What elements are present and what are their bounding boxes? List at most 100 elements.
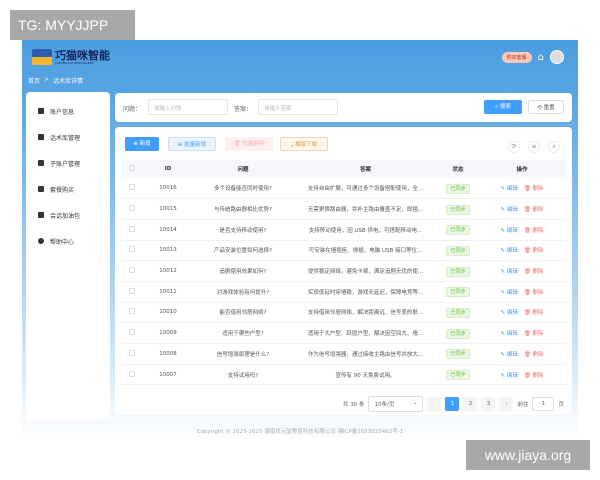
search-icon[interactable]: ⌕ [548,141,560,153]
column-actions: 操作 [478,160,566,178]
cell-id: 10007 [143,364,193,386]
edit-button[interactable]: ✎ 编辑 [500,186,517,192]
template-download-button[interactable]: ⤓ 模版下载 [280,137,328,151]
cell-id: 10014 [143,219,193,241]
cell-id: 10013 [143,240,193,262]
pagination: 共 30 条 10条/页 ⌄ ‹ 1 2 3 › 前往 1 页 [343,396,564,412]
batch-delete-button[interactable]: 🗑 批量删除 [225,137,273,151]
cell-question: 是否支持移动使用? [193,219,293,241]
row-checkbox[interactable] [129,308,135,315]
row-checkbox[interactable] [129,287,135,294]
breadcrumb: 首页 > 话术库详情 [28,76,83,85]
goto-label: 前往 [517,402,529,408]
batch-add-button[interactable]: ⊕ 批量新增 [168,137,216,151]
delete-button[interactable]: 🗑 删除 [524,373,544,379]
edit-button[interactable]: ✎ 编辑 [500,269,517,275]
select-all-checkbox[interactable] [129,165,135,171]
column-id[interactable]: ID [143,160,193,178]
buy-plan-button[interactable]: 购买套餐 [501,51,532,63]
answer-input[interactable]: 请输入答案 [258,99,338,115]
cell-id: 10009 [143,322,193,344]
watermark-top: TG: MYYJJPP [10,10,135,40]
row-checkbox[interactable] [129,184,135,191]
sidebar-item-plans[interactable]: 套餐购买 [26,176,110,202]
page-3[interactable]: 3 [481,397,496,411]
delete-button[interactable]: 🗑 删除 [524,331,544,337]
app: 巧猫咪智能 CLEVER CAT INTELLIGENT 购买套餐 ⌂ 首页 >… [22,40,578,440]
cell-question: 与传统路由器相比优势? [193,198,293,220]
qa-table: ID 问题 答案 状态 操作 10016 多个设备能否同时使用? 支持自由扩展，… [121,160,566,386]
next-page-button[interactable]: › [499,397,514,411]
page-unit: 页 [558,402,564,408]
row-checkbox[interactable] [129,349,135,356]
cell-answer: 实现低延时穿墙稳，游戏无延迟，保障电竞等... [293,281,438,303]
cell-question: 对游戏体验有何提升? [193,281,293,303]
table-row: 10014 是否支持移动使用? 支持移动使用，因 USB 供电，可搭配移动电..… [121,219,566,241]
cell-question: 产品安装位置如何选择? [193,240,293,262]
sidebar-item-label: 套餐购买 [50,186,75,194]
delete-button[interactable]: 🗑 删除 [524,228,544,234]
cell-id: 10012 [143,260,193,282]
cell-id: 10016 [143,178,193,200]
delete-button[interactable]: 🗑 删除 [524,248,544,254]
page-1[interactable]: 1 [445,397,460,411]
edit-button[interactable]: ✎ 编辑 [500,310,517,316]
status-badge: 已同步 [446,287,470,298]
status-badge: 已同步 [446,328,470,339]
refresh-icon[interactable]: ⟳ [508,141,520,153]
cell-id: 10010 [143,302,193,324]
cell-id: 10015 [143,198,193,220]
question-input[interactable]: 请输入问题 [148,99,228,115]
column-status: 状态 [438,160,478,178]
row-checkbox[interactable] [129,267,135,274]
logo[interactable]: 巧猫咪智能 CLEVER CAT INTELLIGENT [32,49,110,65]
cell-id: 10008 [143,343,193,365]
search-button[interactable]: ⌕ 搜索 [484,100,522,114]
delete-button[interactable]: 🗑 删除 [524,310,544,316]
row-checkbox[interactable] [129,329,135,336]
sidebar-item-addon[interactable]: 会话加油包 [26,202,110,228]
row-checkbox[interactable] [129,370,135,377]
sidebar-item-label: 子账户管理 [50,160,81,168]
edit-button[interactable]: ✎ 编辑 [500,248,517,254]
delete-button[interactable]: 🗑 删除 [524,186,544,192]
table-row: 10012 追剧使用效果如何? 提供稳定网络，避免卡顿，满足追剧无忧的使... … [121,260,566,282]
reset-button[interactable]: ⟲ 重置 [528,100,564,114]
columns-icon[interactable]: ≡ [528,141,540,153]
edit-button[interactable]: ✎ 编辑 [500,290,517,296]
search-card: 问题： 请输入问题 答案： 请输入答案 ⌕ 搜索 ⟲ 重置 [115,93,572,122]
edit-button[interactable]: ✎ 编辑 [500,373,517,379]
breadcrumb-home[interactable]: 首页 [28,76,40,85]
cell-question: 信号增强原理是什么? [193,343,293,365]
status-badge: 已同步 [446,225,470,236]
sidebar-item-subaccounts[interactable]: 子账户管理 [26,150,110,176]
page-size-select[interactable]: 10条/页 ⌄ [368,396,424,412]
page-2[interactable]: 2 [463,397,478,411]
row-checkbox[interactable] [129,246,135,253]
cell-answer: 宣传有 90 天免费试用。 [293,364,438,386]
home-icon[interactable]: ⌂ [538,52,544,63]
table-row: 10016 多个设备能否同时使用? 支持自由扩展，可通过多个设备搭配使用，全..… [121,178,566,200]
delete-button[interactable]: 🗑 删除 [524,290,544,296]
goto-page-input[interactable]: 1 [532,397,555,411]
edit-button[interactable]: ✎ 编辑 [500,207,517,213]
delete-button[interactable]: 🗑 删除 [524,269,544,275]
sidebar-item-help[interactable]: 帮助中心 [26,228,110,254]
status-badge: 已同步 [446,307,470,318]
sidebar-item-scripts[interactable]: 话术库管理 [26,124,110,150]
delete-button[interactable]: 🗑 删除 [524,207,544,213]
column-question: 问题 [193,160,293,178]
delete-button[interactable]: 🗑 删除 [524,352,544,358]
edit-button[interactable]: ✎ 编辑 [500,352,517,358]
row-checkbox[interactable] [129,225,135,232]
answer-label: 答案： [234,106,253,113]
sidebar-item-account[interactable]: 账户信息 [26,98,110,124]
row-checkbox[interactable] [129,205,135,212]
sidebar-item-label: 话术库管理 [50,134,81,142]
avatar[interactable] [550,50,564,64]
edit-button[interactable]: ✎ 编辑 [500,228,517,234]
add-button[interactable]: ⊕ 新增 [125,137,159,151]
edit-button[interactable]: ✎ 编辑 [500,331,517,337]
status-badge: 已同步 [446,266,470,277]
prev-page-button[interactable]: ‹ [427,397,442,411]
